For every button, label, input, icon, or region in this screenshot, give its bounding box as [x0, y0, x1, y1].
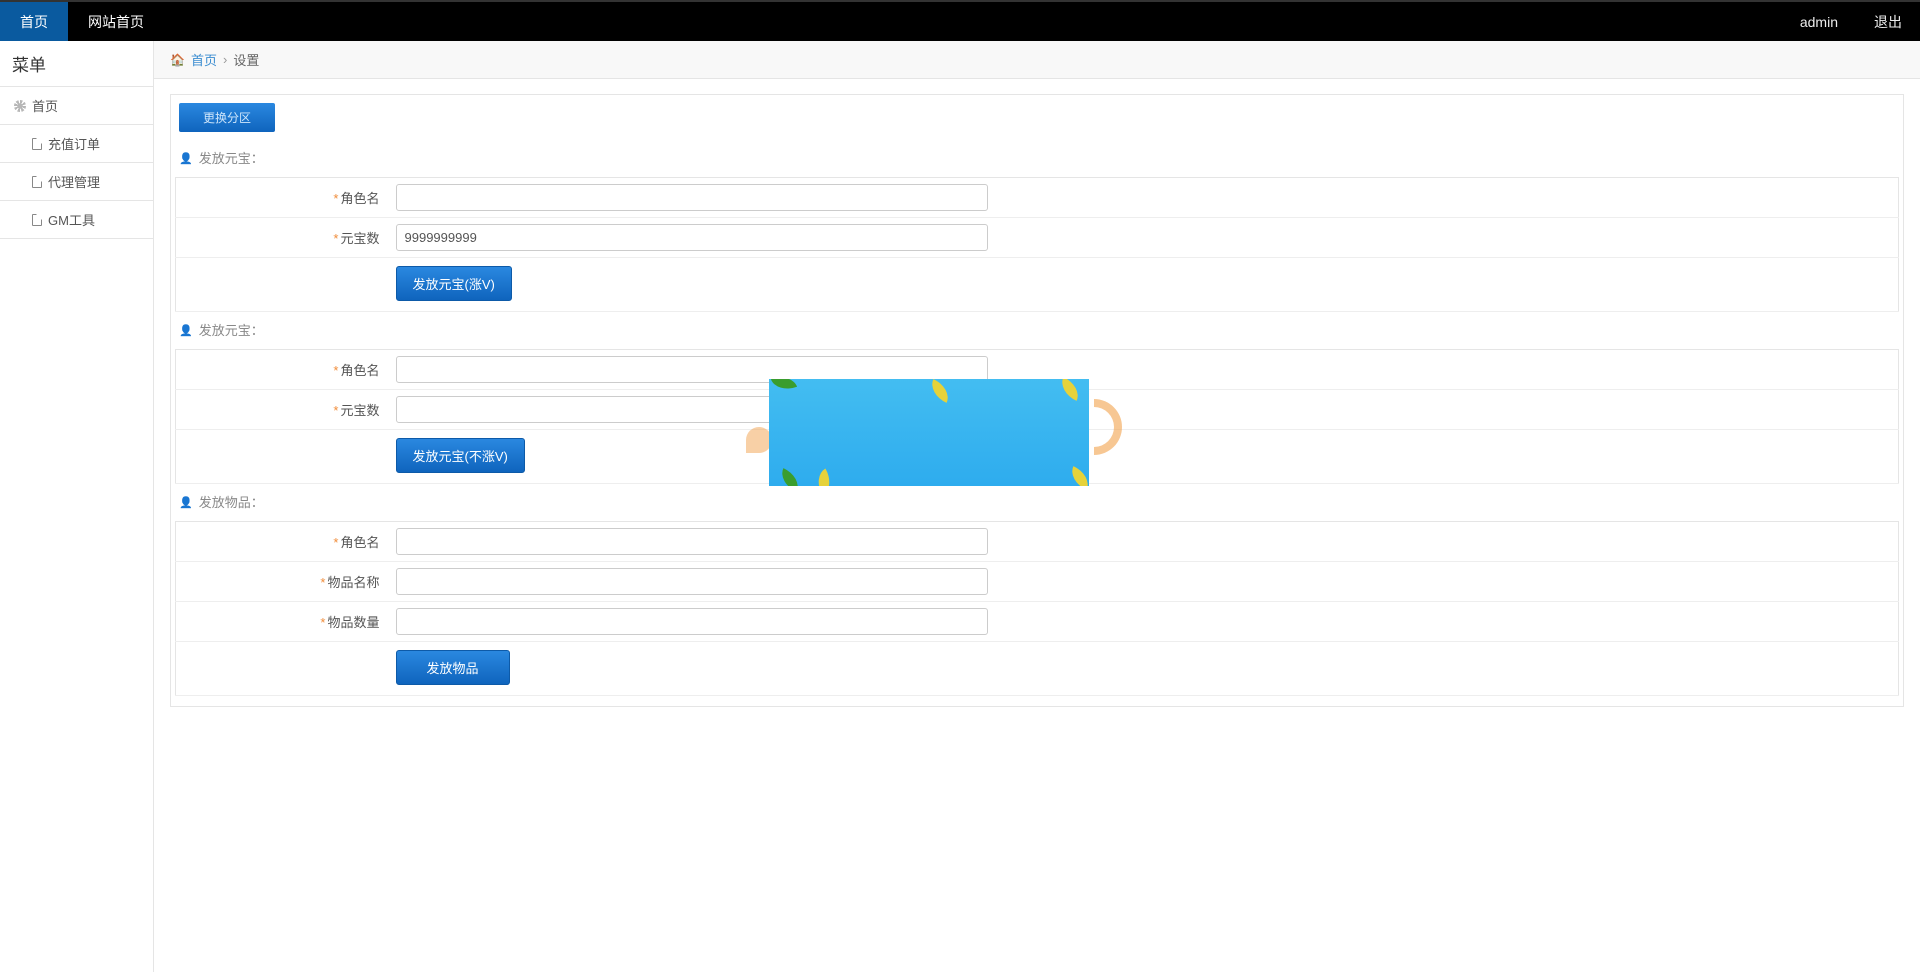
sidebar-item-label: 首页 [32, 96, 58, 115]
breadcrumb: 首页 › 设置 [154, 41, 1920, 79]
sidebar-item-gm[interactable]: GM工具 [0, 201, 153, 239]
label-role-1: 角色名 [340, 363, 379, 378]
sidebar-item-label: GM工具 [48, 210, 95, 229]
input-role-2[interactable] [396, 528, 988, 555]
switch-zone-button[interactable]: 更换分区 [179, 103, 275, 132]
label-role-0: 角色名 [340, 191, 379, 206]
section-title-0: 发放元宝： [175, 140, 1899, 177]
file-icon [32, 138, 42, 150]
home-icon [170, 52, 185, 67]
sidebar-item-home[interactable]: 首页 [0, 87, 153, 125]
user-icon [179, 322, 195, 337]
form-0: *角色名 *元宝数 发放元宝(涨V) [175, 177, 1899, 312]
sidebar-item-recharge[interactable]: 充值订单 [0, 125, 153, 163]
page: 菜单 首页 充值订单 代理管理 GM工具 [0, 41, 1920, 972]
nav-home[interactable]: 首页 [0, 2, 68, 41]
input-itemqty-2[interactable] [396, 608, 988, 635]
user-icon [179, 494, 195, 509]
label-itemname-2: 物品名称 [327, 575, 379, 590]
sidebar-title: 菜单 [0, 41, 153, 87]
top-nav-right: admin 退出 [1782, 2, 1920, 41]
section-title-text: 发放元宝： [199, 320, 264, 339]
submit-button-2[interactable]: 发放物品 [396, 650, 510, 685]
top-nav-left: 首页 网站首页 [0, 2, 164, 41]
top-nav: 首页 网站首页 admin 退出 [0, 0, 1920, 41]
breadcrumb-sep: › [223, 52, 227, 67]
gear-icon [14, 100, 26, 112]
label-role-2: 角色名 [340, 535, 379, 550]
label-amount-1: 元宝数 [340, 403, 379, 418]
nav-user[interactable]: admin [1782, 2, 1856, 41]
submit-button-1[interactable]: 发放元宝(不涨V) [396, 438, 525, 473]
sidebar-item-label: 充值订单 [48, 134, 100, 153]
section-title-text: 发放物品： [199, 492, 264, 511]
nav-logout[interactable]: 退出 [1856, 2, 1920, 41]
label-itemqty-2: 物品数量 [327, 615, 379, 630]
section-title-1: 发放元宝： [175, 312, 1899, 349]
user-icon [179, 150, 195, 165]
submit-button-0[interactable]: 发放元宝(涨V) [396, 266, 512, 301]
nav-site-home[interactable]: 网站首页 [68, 2, 164, 41]
input-itemname-2[interactable] [396, 568, 988, 595]
content: 首页 › 设置 更换分区 发放元宝： *角色名 [154, 41, 1920, 972]
section-title-text: 发放元宝： [199, 148, 264, 167]
decorative-overlay [769, 379, 1089, 486]
file-icon [32, 214, 42, 226]
form-2: *角色名 *物品名称 *物品数量 发放物 [175, 521, 1899, 696]
sidebar-item-label: 代理管理 [48, 172, 100, 191]
breadcrumb-home[interactable]: 首页 [191, 50, 217, 69]
input-role-0[interactable] [396, 184, 988, 211]
section-title-2: 发放物品： [175, 484, 1899, 521]
sidebar: 菜单 首页 充值订单 代理管理 GM工具 [0, 41, 154, 972]
input-amount-0[interactable] [396, 224, 988, 251]
file-icon [32, 176, 42, 188]
label-amount-0: 元宝数 [340, 231, 379, 246]
sidebar-item-agent[interactable]: 代理管理 [0, 163, 153, 201]
breadcrumb-current: 设置 [233, 50, 259, 69]
